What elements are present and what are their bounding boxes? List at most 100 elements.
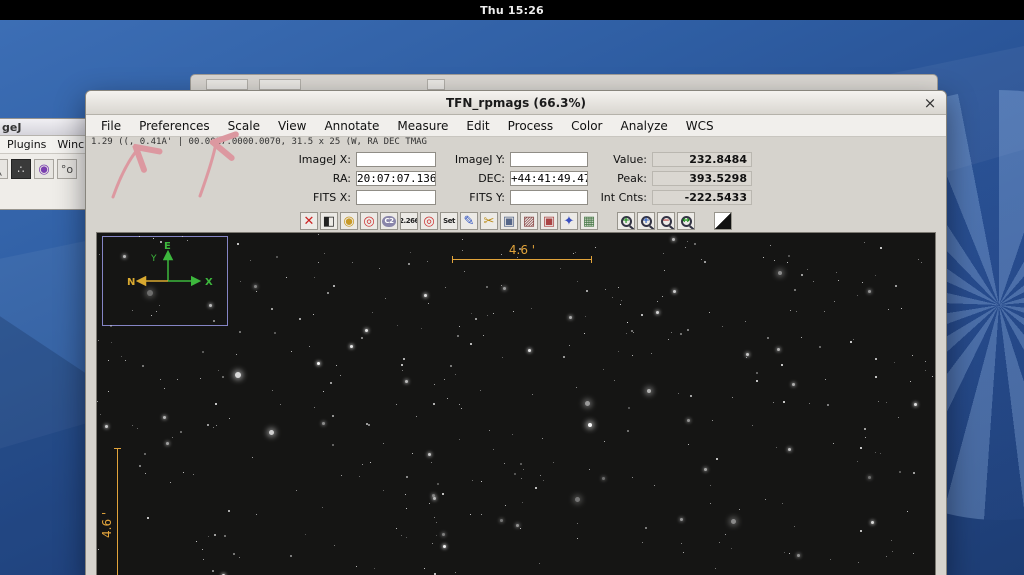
line-tool-icon[interactable]: ╲ [0, 159, 8, 179]
star [285, 276, 287, 278]
menu-view[interactable]: View [269, 116, 315, 136]
star [722, 325, 723, 327]
annulus-icon[interactable]: ◎ [360, 212, 378, 230]
star [209, 303, 212, 307]
menu-measure[interactable]: Measure [388, 116, 457, 136]
menu-preferences[interactable]: Preferences [130, 116, 219, 136]
star [630, 329, 633, 332]
star [680, 542, 682, 544]
star [690, 395, 693, 398]
star [603, 440, 605, 442]
star [693, 242, 696, 245]
color-picker-icon[interactable]: ◉ [34, 159, 54, 179]
field-imagej-y[interactable] [510, 152, 588, 167]
star [144, 452, 147, 455]
star [396, 527, 398, 529]
imagej-menu-plugins[interactable]: Plugins [7, 138, 46, 151]
zoom-in-fast-icon[interactable]: + [637, 212, 655, 230]
zoom-in-icon[interactable]: + [617, 212, 635, 230]
zoom-fit-icon[interactable]: ↔ [677, 212, 695, 230]
star [621, 299, 623, 301]
star [700, 259, 702, 261]
centroid-annulus-icon[interactable]: ◎ [420, 212, 438, 230]
star [891, 550, 893, 552]
scissors-icon[interactable]: ✂ [480, 212, 498, 230]
field-fits-y[interactable] [510, 190, 588, 205]
star [443, 544, 447, 548]
imagej-menu-winc[interactable]: Winc [57, 138, 84, 151]
clear-overlay-icon[interactable]: ✕ [300, 212, 318, 230]
image-canvas[interactable]: E Y N X 4.6 ' 4.6 ' [96, 232, 936, 575]
field-dec[interactable]: +44:41:49.47 [510, 171, 588, 186]
star [871, 520, 875, 524]
star [358, 476, 360, 478]
menu-color[interactable]: Color [562, 116, 611, 136]
c2-aperture-icon[interactable]: C2 [380, 212, 398, 230]
field-imagej-x[interactable] [356, 152, 436, 167]
star [428, 452, 432, 456]
copy-region-icon[interactable]: ▣ [500, 212, 518, 230]
zoom-out-icon-glyph: − [660, 215, 672, 227]
negative-display-icon[interactable] [714, 212, 732, 230]
star [457, 334, 460, 337]
star [836, 272, 837, 274]
star [254, 284, 258, 288]
star [644, 527, 647, 530]
star [171, 436, 173, 438]
zoom-out-icon[interactable]: − [657, 212, 675, 230]
align-stack-icon[interactable]: ▣ [540, 212, 558, 230]
star [633, 331, 635, 333]
set-aperture-icon[interactable]: Set [440, 212, 458, 230]
close-button[interactable]: × [920, 93, 940, 113]
star [437, 483, 440, 486]
field-fits-x[interactable] [356, 190, 436, 205]
star [868, 476, 872, 480]
menu-process[interactable]: Process [499, 116, 563, 136]
star-align-icon[interactable]: ✦ [560, 212, 578, 230]
star [351, 262, 353, 264]
star [193, 474, 195, 476]
oval-tool-icon[interactable]: °o [57, 159, 77, 179]
menu-scale[interactable]: Scale [219, 116, 269, 136]
menu-analyze[interactable]: Analyze [612, 116, 677, 136]
stack-tools-icon[interactable]: ▨ [520, 212, 538, 230]
star [559, 268, 561, 270]
star [849, 341, 852, 344]
star [144, 472, 146, 474]
star [332, 414, 334, 417]
star [240, 280, 242, 282]
aperture-radius-icon[interactable]: 2.266 [400, 212, 418, 230]
menu-annotate[interactable]: Annotate [315, 116, 388, 136]
window-titlebar[interactable]: TFN_rpmags (66.3%) × [86, 91, 946, 115]
invert-lut-icon[interactable]: ◧ [320, 212, 338, 230]
measurement-table-icon[interactable]: ▦ [580, 212, 598, 230]
field-ra[interactable]: 20:07:07.136 [356, 171, 436, 186]
star [165, 441, 169, 445]
star [650, 353, 652, 355]
menu-edit[interactable]: Edit [457, 116, 498, 136]
star [373, 567, 375, 569]
clock[interactable]: Thu 15:26 [480, 4, 544, 17]
star [519, 463, 522, 466]
astroimagej-window[interactable]: TFN_rpmags (66.3%) × File Preferences Scal… [85, 90, 947, 575]
star [98, 340, 99, 341]
menu-file[interactable]: File [92, 116, 130, 136]
star [583, 333, 585, 335]
star [657, 300, 659, 302]
star [227, 509, 230, 512]
menu-wcs[interactable]: WCS [677, 116, 723, 136]
star [276, 256, 279, 259]
edit-apertures-icon[interactable]: ✎ [460, 212, 478, 230]
star [405, 380, 409, 384]
star [512, 434, 514, 436]
star [718, 541, 720, 543]
single-aperture-icon[interactable]: ◉ [340, 212, 358, 230]
star [763, 256, 765, 258]
imagej-window-fragment[interactable]: geJ Plugins Winc ╲∴◉°o [0, 118, 86, 210]
star [678, 392, 680, 394]
star [708, 312, 710, 314]
star [656, 311, 660, 315]
star [304, 533, 306, 535]
active-tool-icon[interactable]: ∴ [11, 159, 31, 179]
star [786, 262, 788, 264]
